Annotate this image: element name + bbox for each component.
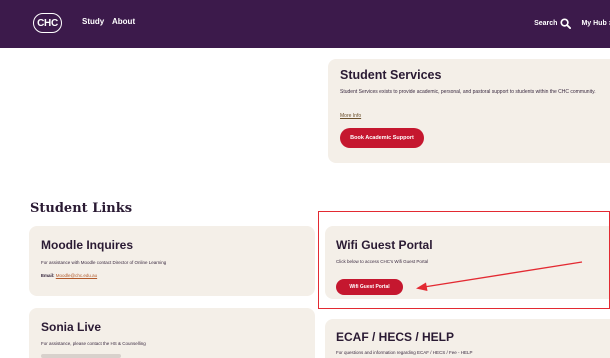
ecaf-text: For questions and information regarding … bbox=[336, 350, 473, 355]
nav-study-link[interactable]: Study bbox=[82, 17, 104, 26]
moodle-title: Moodle Inquires bbox=[41, 238, 134, 252]
book-academic-support-button[interactable]: Book Academic Support bbox=[340, 128, 424, 148]
moodle-text: For assistance with Moodle contact Direc… bbox=[41, 260, 167, 265]
sonia-live-card: Sonia Live For assistance, please contac… bbox=[29, 308, 315, 358]
top-navbar: CHC Study About Search My Hub ≡ bbox=[0, 0, 610, 48]
wifi-title: Wifi Guest Portal bbox=[336, 238, 433, 252]
ecaf-hecs-help-card: ECAF / HECS / HELP For questions and inf… bbox=[325, 319, 610, 358]
wifi-text: Click below to access CHC's Wifi Guest P… bbox=[336, 259, 429, 264]
student-services-card: Student Services Student Services exists… bbox=[328, 59, 610, 163]
myhub-button[interactable]: My Hub ≡ bbox=[581, 18, 610, 28]
ecaf-title: ECAF / HECS / HELP bbox=[336, 330, 455, 344]
search-icon bbox=[560, 17, 572, 29]
student-services-title: Student Services bbox=[340, 68, 442, 82]
search-button[interactable]: Search bbox=[534, 17, 572, 29]
more-info-link[interactable]: More Info bbox=[340, 113, 361, 119]
wifi-guest-portal-card: Wifi Guest Portal Click below to access … bbox=[325, 226, 610, 299]
sonia-text: For assistance, please contact the HS & … bbox=[41, 341, 146, 346]
nav-right-group: Search My Hub ≡ bbox=[534, 16, 610, 30]
moodle-email-link[interactable]: Moodle@chc.edu.au bbox=[56, 273, 97, 278]
student-links-heading: Student Links bbox=[30, 201, 133, 216]
email-label: Email: bbox=[41, 273, 55, 278]
student-services-description: Student Services exists to provide acade… bbox=[340, 89, 596, 95]
myhub-label: My Hub bbox=[581, 19, 607, 27]
moodle-email-row: Email: Moodle@chc.edu.au bbox=[41, 273, 97, 278]
moodle-inquires-card: Moodle Inquires For assistance with Mood… bbox=[29, 226, 315, 296]
wifi-guest-portal-button[interactable]: Wifi Guest Portal bbox=[336, 279, 403, 295]
search-label: Search bbox=[534, 19, 558, 27]
chc-logo[interactable]: CHC bbox=[33, 13, 62, 33]
nav-about-link[interactable]: About bbox=[112, 17, 135, 26]
sonia-cut-text bbox=[41, 354, 121, 358]
sonia-title: Sonia Live bbox=[41, 320, 102, 334]
